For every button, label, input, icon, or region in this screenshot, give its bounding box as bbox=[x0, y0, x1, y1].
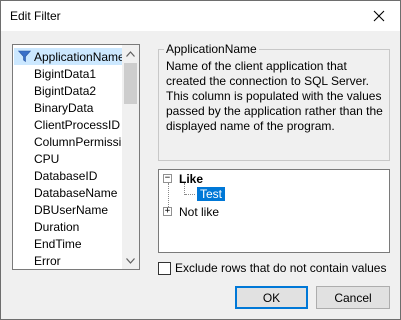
ok-label: OK bbox=[262, 290, 281, 305]
filter-tree[interactable]: − Like Test + Not like bbox=[158, 169, 390, 253]
tree-node-like[interactable]: Like bbox=[179, 172, 203, 186]
column-item[interactable]: Error bbox=[14, 252, 123, 269]
cancel-label: Cancel bbox=[334, 290, 372, 305]
column-item[interactable]: EndTime bbox=[14, 235, 123, 252]
title-bar: Edit Filter bbox=[1, 1, 400, 31]
column-item[interactable]: BigintData2 bbox=[14, 82, 123, 99]
column-item[interactable]: ColumnPermissi... bbox=[14, 133, 131, 150]
group-title: ApplicationName bbox=[164, 42, 259, 56]
column-item-label: Duration bbox=[34, 219, 80, 234]
column-item-label: ApplicationName bbox=[34, 49, 125, 64]
column-item[interactable]: DatabaseName bbox=[14, 184, 123, 201]
column-item[interactable]: DBUserName bbox=[14, 201, 123, 218]
column-item[interactable]: BigintData1 bbox=[14, 65, 123, 82]
scroll-thumb[interactable] bbox=[124, 63, 137, 104]
column-item[interactable]: DatabaseID bbox=[14, 167, 123, 184]
column-item-label: DatabaseName bbox=[34, 185, 118, 200]
scroll-down-arrow-icon bbox=[126, 257, 135, 264]
exclude-option[interactable]: Exclude rows that do not contain values bbox=[158, 261, 386, 275]
column-item-label: BigintData2 bbox=[34, 83, 97, 98]
tree-node-test[interactable]: Test bbox=[197, 187, 226, 201]
column-item-label: BigintData1 bbox=[34, 66, 97, 81]
column-item-label: EndTime bbox=[34, 236, 82, 251]
column-item[interactable]: CPU bbox=[14, 150, 123, 167]
scroll-up-button[interactable] bbox=[122, 45, 139, 62]
column-item-label: ClientProcessID bbox=[34, 117, 121, 132]
tree-line bbox=[185, 194, 195, 195]
column-item-label: ColumnPermissi... bbox=[34, 134, 132, 149]
column-item-label: CPU bbox=[34, 151, 60, 166]
edit-filter-dialog: Edit Filter ApplicationName BigintData1 … bbox=[0, 0, 401, 320]
column-list-scrollbar[interactable] bbox=[122, 45, 139, 269]
scroll-up-arrow-icon bbox=[126, 50, 135, 57]
exclude-checkbox[interactable] bbox=[158, 261, 171, 275]
tree-node-not-like[interactable]: Not like bbox=[179, 205, 219, 219]
exclude-label: Exclude rows that do not contain values bbox=[175, 261, 387, 275]
close-button[interactable] bbox=[358, 1, 400, 31]
window-title: Edit Filter bbox=[10, 9, 61, 23]
column-list[interactable]: ApplicationName BigintData1 BigintData2 … bbox=[12, 44, 140, 270]
column-item-label: Error bbox=[34, 253, 61, 268]
column-item[interactable]: Duration bbox=[14, 218, 123, 235]
column-item[interactable]: ApplicationName bbox=[14, 48, 125, 65]
scroll-down-button[interactable] bbox=[122, 252, 139, 269]
expand-toggle[interactable]: + bbox=[163, 207, 172, 216]
column-item-label: BinaryData bbox=[34, 100, 94, 115]
collapse-toggle[interactable]: − bbox=[163, 174, 172, 183]
column-description: Name of the client application that crea… bbox=[166, 59, 383, 133]
column-item-label: DatabaseID bbox=[34, 168, 98, 183]
close-icon bbox=[373, 10, 385, 22]
column-item[interactable]: ClientProcessID bbox=[14, 116, 123, 133]
column-item[interactable]: BinaryData bbox=[14, 99, 123, 116]
ok-button[interactable]: OK bbox=[235, 286, 308, 309]
column-item-label: DBUserName bbox=[34, 202, 109, 217]
cancel-button[interactable]: Cancel bbox=[316, 286, 390, 309]
filter-icon bbox=[18, 50, 31, 63]
